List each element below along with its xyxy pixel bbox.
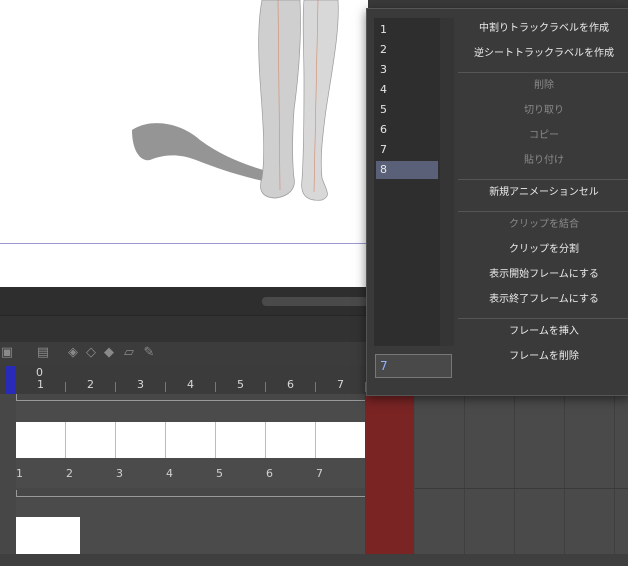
menu-item: コピー <box>529 130 559 141</box>
layer-icon[interactable]: ▣ <box>0 346 14 360</box>
cel-icon[interactable]: ▱ <box>122 346 136 360</box>
cel-thumbnail[interactable] <box>116 422 166 458</box>
canvas-hscroll-thumb[interactable] <box>262 297 368 306</box>
cel-frame-label: 7 <box>316 467 323 480</box>
menu-item: 貼り付け <box>524 155 564 166</box>
frame-list-scrollbar[interactable] <box>440 18 454 346</box>
clip-range-bracket-2[interactable] <box>16 490 414 497</box>
menu-item[interactable]: 表示終了フレームにする <box>458 290 628 310</box>
ruler-tick <box>65 382 66 392</box>
ruler-label: 7 <box>337 378 344 391</box>
timeline-bottom-track <box>0 554 628 566</box>
ruler-tick <box>165 382 166 392</box>
canvas-guide-line <box>0 243 368 244</box>
grid-line <box>614 394 615 566</box>
menu-item: 削除 <box>534 80 554 91</box>
timeline-empty-area[interactable] <box>415 394 628 566</box>
frame-list-item[interactable]: 5 <box>376 101 438 119</box>
playhead-marker[interactable] <box>6 366 16 394</box>
frame-list-item[interactable]: 4 <box>376 81 438 99</box>
grid-line <box>464 394 465 566</box>
menu-separator <box>458 179 628 180</box>
cel-frame-label: 1 <box>16 467 23 480</box>
cel-frame-label: 6 <box>266 467 273 480</box>
menu-item[interactable]: フレームを削除 <box>458 347 628 367</box>
frame-list-item[interactable]: 6 <box>376 121 438 139</box>
frame-list-item[interactable]: 8 <box>376 161 438 179</box>
cel-frame-label: 3 <box>116 467 123 480</box>
ruler-label: 1 <box>37 378 44 391</box>
ruler-tick <box>265 382 266 392</box>
key-icon[interactable]: ◈ <box>66 346 80 360</box>
ruler-tick <box>315 382 316 392</box>
cel-thumbnail[interactable] <box>166 422 216 458</box>
cel-thumbnail[interactable] <box>16 422 66 458</box>
menu-item[interactable]: 逆シートトラックラベルを作成 <box>458 44 628 64</box>
frame-list-item[interactable]: 3 <box>376 61 438 79</box>
clip-range-bracket[interactable] <box>16 394 414 401</box>
frame-list-item[interactable]: 1 <box>376 21 438 39</box>
cel-thumbnail[interactable] <box>216 422 266 458</box>
ruler-label: 4 <box>187 378 194 391</box>
ruler-label: 3 <box>137 378 144 391</box>
menu-separator <box>458 72 628 73</box>
menu-item: クリップを結合 <box>509 219 579 230</box>
frame-list-item[interactable]: 2 <box>376 41 438 59</box>
grid-line <box>514 394 515 566</box>
menu-item[interactable]: 中割りトラックラベルを作成 <box>458 19 628 39</box>
menu-item[interactable]: 表示開始フレームにする <box>458 265 628 285</box>
menu-item[interactable]: 新規アニメーションセル <box>458 183 628 203</box>
pencil-icon[interactable]: ✎ <box>142 346 156 360</box>
cel-thumbnail[interactable] <box>266 422 316 458</box>
cel-frame-label: 4 <box>166 467 173 480</box>
menu-item[interactable]: フレームを挿入 <box>458 322 628 342</box>
ruler-label: 6 <box>287 378 294 391</box>
ruler-tick <box>115 382 116 392</box>
stepper-icon[interactable]: ◇ <box>84 346 98 360</box>
menu-item: 切り取り <box>524 105 564 116</box>
menu-separator <box>458 318 628 319</box>
cel-frame-label: 2 <box>66 467 73 480</box>
menu-separator <box>458 211 628 212</box>
out-of-range-zone <box>365 394 414 566</box>
cel-frame-label: 5 <box>216 467 223 480</box>
folder-icon[interactable]: ▤ <box>36 346 50 360</box>
cel-thumbnail[interactable] <box>66 422 116 458</box>
ruler-label: 2 <box>87 378 94 391</box>
tween-icon[interactable]: ◆ <box>102 346 116 360</box>
cel-thumbnail[interactable] <box>16 517 80 554</box>
menu-item[interactable]: クリップを分割 <box>458 240 628 260</box>
frame-list-item[interactable]: 7 <box>376 141 438 159</box>
ruler-tick <box>215 382 216 392</box>
ruler-label: 5 <box>237 378 244 391</box>
frame-number-input[interactable]: 7 <box>375 354 452 378</box>
grid-line <box>564 394 565 566</box>
track-separator <box>415 488 628 489</box>
